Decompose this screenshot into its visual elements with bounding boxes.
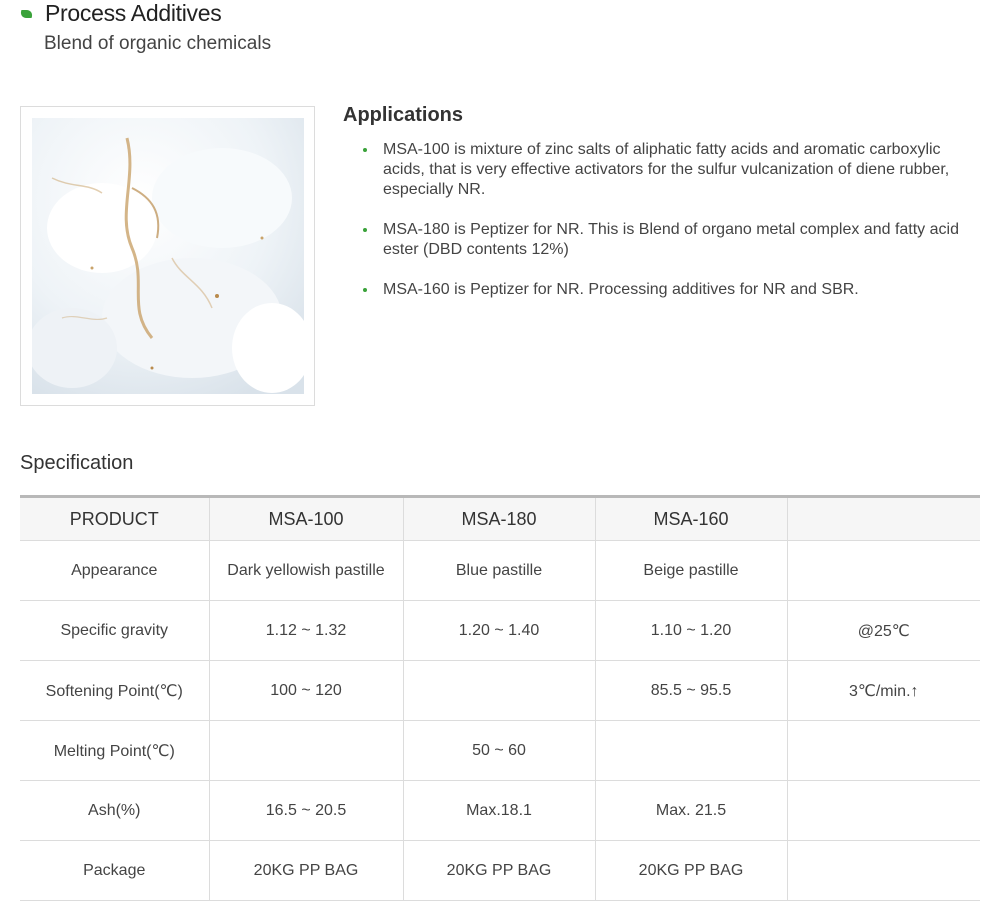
table-cell: [403, 660, 596, 721]
applications-section: Applications MSA-100 is mixture of zinc …: [343, 102, 983, 320]
column-header: MSA-100: [209, 496, 404, 541]
table-cell: Blue pastille: [403, 540, 596, 601]
column-header: PRODUCT: [20, 496, 210, 541]
table-cell: Max. 21.5: [595, 780, 788, 841]
table-cell: [595, 720, 788, 781]
leaf-icon: [18, 10, 35, 18]
table-cell: Dark yellowish pastille: [209, 540, 404, 601]
specification-heading: Specification: [20, 452, 134, 474]
table-cell: 3℃/min.↑: [787, 660, 980, 721]
row-label: Package: [20, 840, 210, 901]
table-header-row: PRODUCT MSA-100 MSA-180 MSA-160: [20, 496, 980, 541]
row-label: Specific gravity: [20, 600, 210, 661]
table-row: Ash(%) 16.5 ~ 20.5 Max.18.1 Max. 21.5: [20, 780, 980, 841]
table-cell: [209, 720, 404, 781]
table-cell: 20KG PP BAG: [209, 840, 404, 901]
application-item: MSA-100 is mixture of zinc salts of alip…: [343, 140, 983, 200]
table-row: Package 20KG PP BAG 20KG PP BAG 20KG PP …: [20, 840, 980, 901]
column-header: MSA-160: [595, 496, 788, 541]
table-row: Melting Point(℃) 50 ~ 60: [20, 720, 980, 781]
page-subtitle: Blend of organic chemicals: [44, 33, 272, 54]
table-cell: 16.5 ~ 20.5: [209, 780, 404, 841]
table-cell: 85.5 ~ 95.5: [595, 660, 788, 721]
powder-image: [32, 118, 304, 394]
table-cell: 50 ~ 60: [403, 720, 596, 781]
applications-heading: Applications: [343, 104, 464, 126]
table-cell: 100 ~ 120: [209, 660, 404, 721]
title-block: Process Additives: [18, 0, 222, 26]
application-item: MSA-180 is Peptizer for NR. This is Blen…: [343, 220, 983, 260]
table-cell: 1.10 ~ 1.20: [595, 600, 788, 661]
table-cell: [787, 780, 980, 841]
page-title: Process Additives: [45, 0, 222, 26]
specification-table: PRODUCT MSA-100 MSA-180 MSA-160 Appearan…: [20, 495, 980, 901]
row-label: Appearance: [20, 540, 210, 601]
table-row: Specific gravity 1.12 ~ 1.32 1.20 ~ 1.40…: [20, 600, 980, 661]
table-cell: 1.20 ~ 1.40: [403, 600, 596, 661]
table-cell: [787, 720, 980, 781]
row-label: Melting Point(℃): [20, 720, 210, 781]
row-label: Softening Point(℃): [20, 660, 210, 721]
bullet-icon: [363, 288, 367, 292]
bullet-icon: [363, 148, 367, 152]
table-cell: 1.12 ~ 1.32: [209, 600, 404, 661]
table-cell: Beige pastille: [595, 540, 788, 601]
column-header: [787, 496, 980, 541]
bullet-icon: [363, 228, 367, 232]
application-text: MSA-160 is Peptizer for NR. Processing a…: [383, 281, 859, 298]
table-row: Softening Point(℃) 100 ~ 120 85.5 ~ 95.5…: [20, 660, 980, 721]
product-image: [20, 106, 315, 406]
column-header: MSA-180: [403, 496, 596, 541]
applications-list: MSA-100 is mixture of zinc salts of alip…: [343, 140, 983, 300]
table-cell: [787, 840, 980, 901]
table-cell: [787, 540, 980, 601]
table-row: Appearance Dark yellowish pastille Blue …: [20, 540, 980, 601]
application-text: MSA-100 is mixture of zinc salts of alip…: [383, 141, 950, 198]
application-text: MSA-180 is Peptizer for NR. This is Blen…: [383, 221, 959, 258]
table-cell: 20KG PP BAG: [595, 840, 788, 901]
table-cell: Max.18.1: [403, 780, 596, 841]
table-cell: @25℃: [787, 600, 980, 661]
table-cell: 20KG PP BAG: [403, 840, 596, 901]
row-label: Ash(%): [20, 780, 210, 841]
application-item: MSA-160 is Peptizer for NR. Processing a…: [343, 280, 983, 300]
